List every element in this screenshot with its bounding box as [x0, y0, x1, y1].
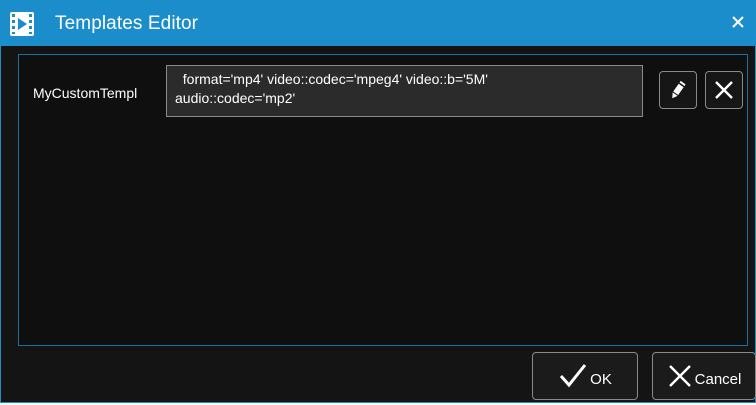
cancel-label: Cancel — [694, 370, 742, 388]
close-icon — [667, 363, 693, 389]
delete-template-button[interactable] — [705, 71, 743, 109]
video-clip-icon — [9, 11, 35, 37]
checkmark-icon — [558, 362, 588, 390]
pencil-icon — [666, 78, 690, 102]
ok-label: OK — [590, 370, 612, 388]
template-value-field[interactable]: format='mp4' video::codec='mpeg4' video:… — [166, 65, 643, 117]
edit-template-button[interactable] — [659, 71, 697, 109]
title-bar[interactable]: Templates Editor — [1, 1, 755, 46]
close-icon — [713, 79, 735, 101]
templates-editor-window: Templates Editor MyCustomTempl format='m… — [0, 0, 756, 403]
close-icon[interactable] — [727, 11, 749, 33]
templates-list: MyCustomTempl format='mp4' video::codec=… — [18, 54, 748, 346]
template-name: MyCustomTempl — [33, 85, 138, 101]
ok-button[interactable]: OK — [532, 352, 638, 400]
cancel-button[interactable]: Cancel — [652, 352, 756, 400]
window-title: Templates Editor — [55, 13, 199, 34]
